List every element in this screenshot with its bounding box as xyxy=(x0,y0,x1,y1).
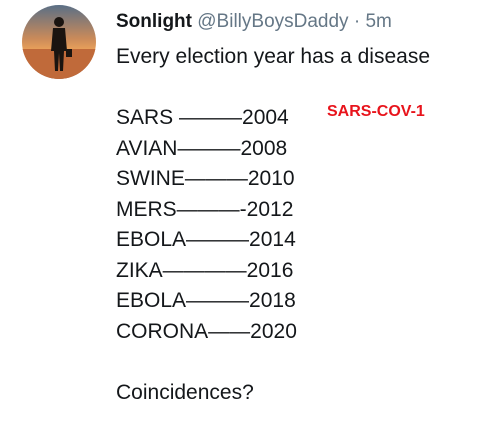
avatar-image xyxy=(22,5,96,79)
tweet-timestamp[interactable]: 5m xyxy=(365,11,391,32)
tweet-text: Every election year has a disease SARS —… xyxy=(116,42,496,408)
list-item: ZIKA————2016 xyxy=(116,258,294,282)
list-item: EBOLA———2014 xyxy=(116,228,296,251)
avatar[interactable] xyxy=(22,5,96,79)
list-item: MERS———-2012 xyxy=(116,197,294,221)
author-name[interactable]: Sonlight xyxy=(116,11,192,32)
list-item: AVIAN———2008 xyxy=(116,136,288,160)
list-item: SWINE———2010 xyxy=(116,167,295,190)
tweet-closing: Coincidences? xyxy=(116,380,254,404)
tweet-intro: Every election year has a disease xyxy=(116,45,431,68)
header-separator: · xyxy=(353,11,361,32)
list-item: SARS ———2004 xyxy=(116,106,289,129)
author-handle[interactable]: @BillyBoysDaddy xyxy=(197,11,348,32)
tweet-header: Sonlight @BillyBoysDaddy · 5m xyxy=(116,10,392,34)
list-item: EBOLA———2018 xyxy=(116,289,296,312)
list-item: CORONA——2020 xyxy=(116,319,297,343)
red-annotation-label: SARS-COV-1 xyxy=(327,103,425,120)
